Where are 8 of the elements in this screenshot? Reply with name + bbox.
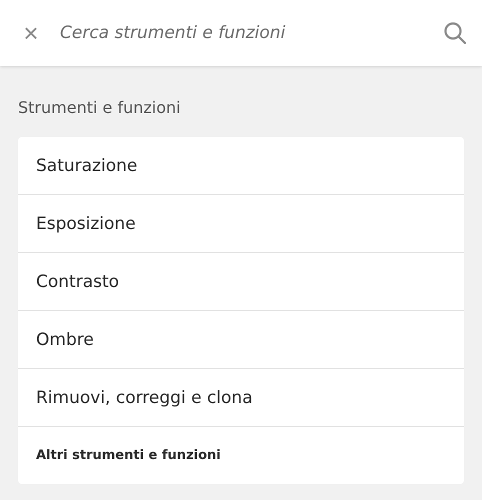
tool-item[interactable]: Contrasto [18,252,464,310]
tool-item[interactable]: Esposizione [18,194,464,252]
search-button[interactable] [442,20,468,46]
section-title: Strumenti e funzioni [18,98,182,117]
tool-item[interactable]: Saturazione [18,137,464,194]
tool-item[interactable]: Rimuovi, correggi e clona [18,368,464,426]
tool-item[interactable]: Ombre [18,310,464,368]
more-tools-link[interactable]: Altri strumenti e funzioni [18,426,464,484]
